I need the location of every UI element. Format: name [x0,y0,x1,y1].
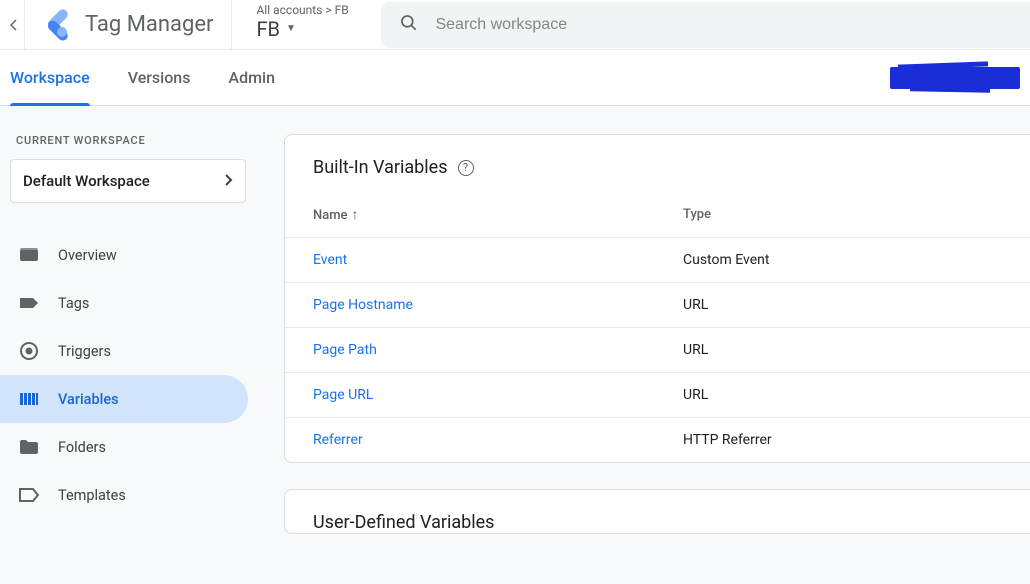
variable-type: URL [655,283,1030,328]
nav-tab-workspace[interactable]: Workspace [10,50,90,105]
sort-asc-icon: ↑ [352,207,359,223]
variable-type: URL [655,328,1030,373]
breadcrumb: All accounts > FB [256,3,357,17]
gtm-logo-icon [39,9,71,41]
workspace-section-label: CURRENT WORKSPACE [0,134,256,159]
tag-icon [18,295,40,311]
nav-tab-admin[interactable]: Admin [228,50,275,105]
variable-link[interactable]: Page Hostname [313,297,413,313]
nav-tab-versions[interactable]: Versions [128,50,191,105]
userdef-card-title: User-Defined Variables [313,512,494,533]
sidebar-item-label: Variables [58,391,119,408]
help-icon[interactable]: ? [458,160,474,176]
userdef-variables-card: User-Defined Variables [284,489,1030,534]
variable-type: HTTP Referrer [655,418,1030,463]
table-row[interactable]: Referrer HTTP Referrer [285,418,1030,463]
search-box[interactable] [381,2,1030,48]
variable-icon [18,392,40,406]
sidebar-item-folders[interactable]: Folders [0,423,248,471]
variable-link[interactable]: Event [313,252,347,268]
workspace-name: Default Workspace [23,172,150,190]
column-header-name[interactable]: Name↑ [285,196,655,238]
account-switcher[interactable]: All accounts > FB FB ▼ [231,0,381,49]
table-row[interactable]: Page Hostname URL [285,283,1030,328]
sidebar-item-tags[interactable]: Tags [0,279,248,327]
workspace-selector[interactable]: Default Workspace [10,159,246,203]
table-row[interactable]: Event Custom Event [285,238,1030,283]
target-icon [18,341,40,361]
product-title: Tag Manager [85,12,213,37]
dashboard-icon [18,247,40,263]
sidebar-item-overview[interactable]: Overview [0,231,248,279]
variable-type: Custom Event [655,238,1030,283]
sidebar-item-templates[interactable]: Templates [0,471,248,519]
chevron-right-icon [224,172,233,191]
column-header-type[interactable]: Type [655,196,1030,238]
chevron-down-icon: ▼ [286,23,296,34]
search-input[interactable] [435,16,1012,34]
sidebar-item-label: Tags [58,295,89,312]
search-icon [399,13,419,37]
back-caret[interactable] [10,0,25,50]
sidebar-item-triggers[interactable]: Triggers [0,327,248,375]
template-icon [18,487,40,503]
redacted-user-info [890,67,1020,89]
variable-link[interactable]: Referrer [313,432,363,448]
table-row[interactable]: Page Path URL [285,328,1030,373]
builtin-card-title: Built-In Variables [313,157,448,178]
sidebar-item-variables[interactable]: Variables [0,375,248,423]
table-row[interactable]: Page URL URL [285,373,1030,418]
variable-link[interactable]: Page Path [313,342,377,358]
sidebar-item-label: Overview [58,247,117,264]
container-name: FB [256,17,280,41]
sidebar-item-label: Folders [58,439,106,456]
builtin-variables-card: Built-In Variables ? Name↑ Type Event Cus… [284,134,1030,463]
variable-link[interactable]: Page URL [313,387,373,403]
sidebar-item-label: Templates [58,487,126,504]
sidebar-item-label: Triggers [58,343,111,360]
folder-icon [18,439,40,455]
variable-type: URL [655,373,1030,418]
